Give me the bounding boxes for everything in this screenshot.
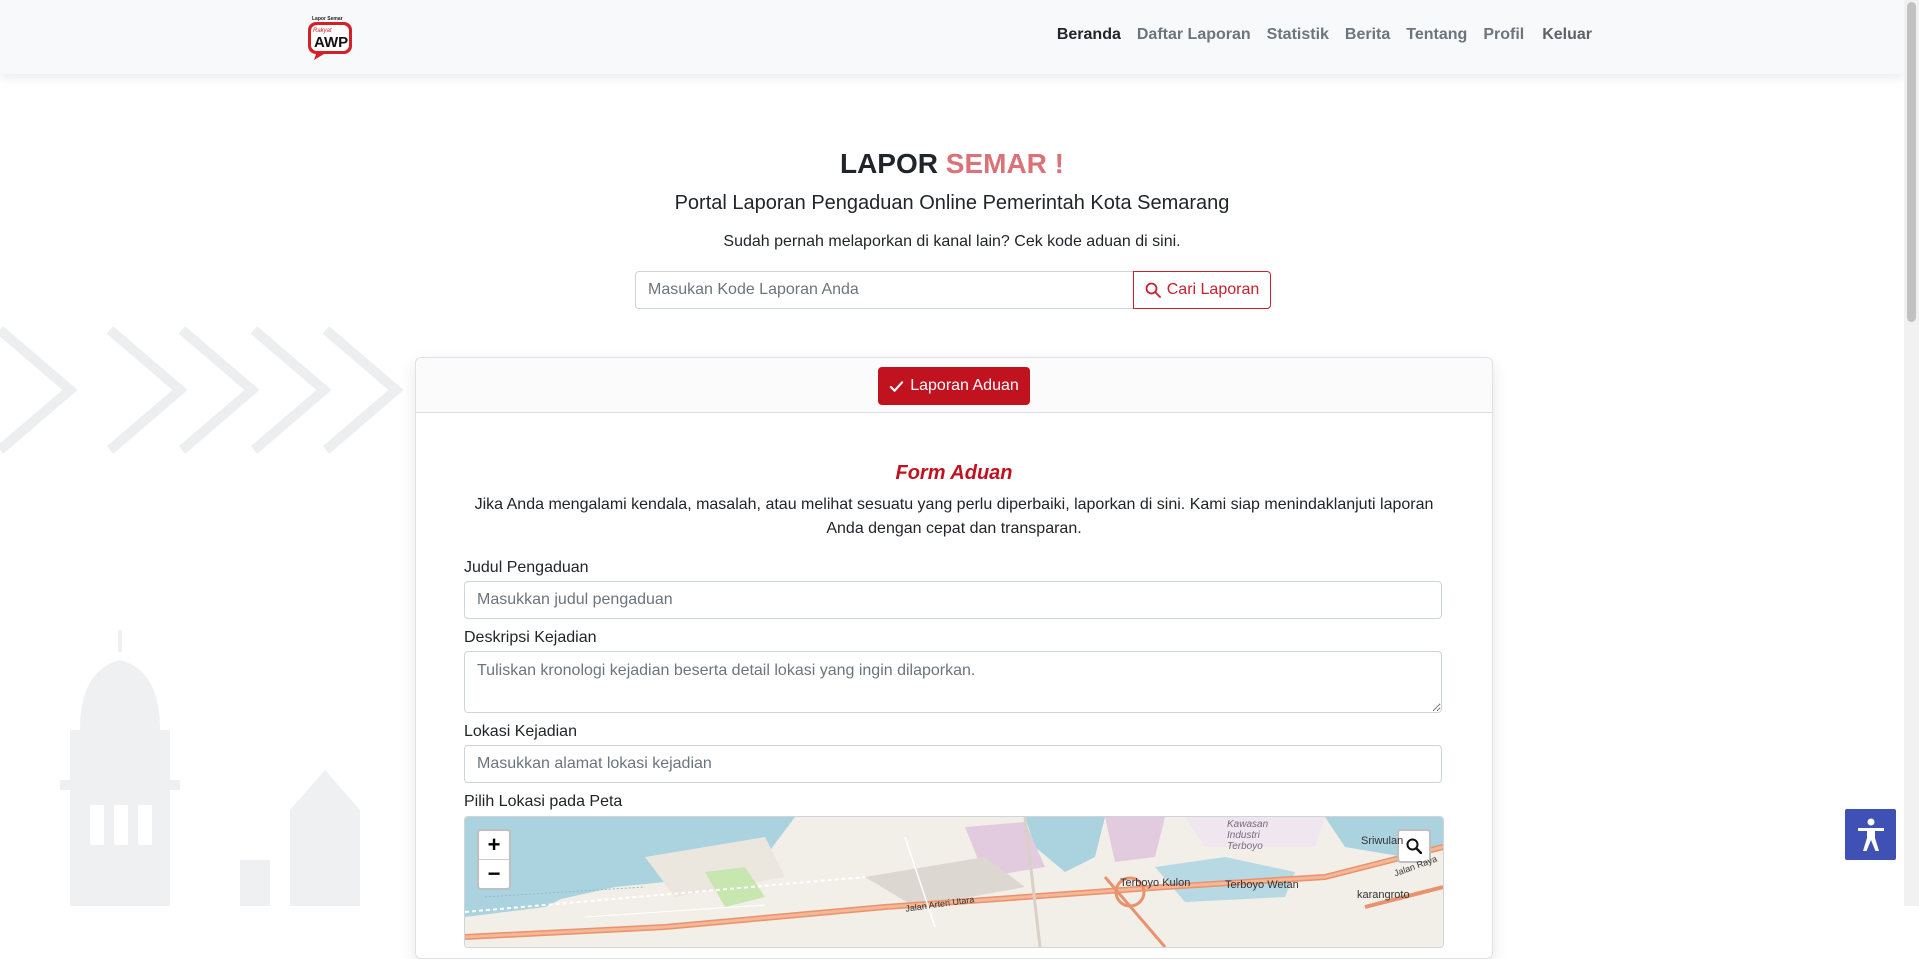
judul-label: Judul Pengaduan	[464, 559, 589, 576]
lokasi-input[interactable]	[464, 745, 1442, 783]
report-code-search: Cari Laporan	[635, 271, 1271, 309]
nav-beranda[interactable]: Beranda	[1057, 23, 1121, 47]
search-hint: Sudah pernah melaporkan di kanal lain? C…	[723, 233, 1181, 250]
page-title: LAPOR SEMAR !	[0, 148, 1904, 180]
map-zoom-control: + −	[477, 829, 511, 890]
nav-profil[interactable]: Profil	[1483, 23, 1524, 47]
top-navbar: Lapor Semar Rakyat AWP Beranda Daftar La…	[0, 0, 1904, 74]
judul-input[interactable]	[464, 581, 1442, 619]
nav-daftar-laporan[interactable]: Daftar Laporan	[1137, 23, 1251, 47]
lokasi-label: Lokasi Kejadian	[464, 723, 577, 740]
map-label-kawasan: Kawasan Industri Terboyo	[1227, 819, 1269, 852]
form-title: Form Aduan	[895, 462, 1013, 484]
nav-berita[interactable]: Berita	[1345, 23, 1390, 47]
tab-laporan-aduan[interactable]: Laporan Aduan	[878, 367, 1030, 405]
form-description: Jika Anda mengalami kendala, masalah, at…	[474, 496, 1434, 537]
zoom-out-button[interactable]: −	[479, 859, 509, 888]
logo-tagline: Lapor Semar	[312, 16, 343, 22]
nav-menu: Beranda Daftar Laporan Statistik Berita …	[1057, 23, 1592, 47]
report-card: Laporan Aduan Form Aduan Jika Anda menga…	[415, 357, 1493, 959]
zoom-in-button[interactable]: +	[479, 831, 509, 859]
page-scrollbar-thumb[interactable]	[1907, 2, 1916, 322]
background-building-silhouette	[60, 630, 360, 906]
check-icon	[890, 380, 904, 392]
peta-label: Pilih Lokasi pada Peta	[464, 793, 623, 810]
deskripsi-textarea[interactable]	[464, 651, 1442, 713]
map-label-karangroto: karangroto	[1357, 889, 1410, 901]
accessibility-button[interactable]	[1845, 809, 1896, 860]
nav-keluar[interactable]: Keluar	[1542, 23, 1592, 47]
search-report-button[interactable]: Cari Laporan	[1133, 271, 1271, 309]
map-label-sriwulan: Sriwulan	[1361, 835, 1404, 847]
deskripsi-label: Deskripsi Kejadian	[464, 629, 597, 646]
title-main: LAPOR	[839, 148, 938, 179]
location-map[interactable]: + − Kawasan Industri Terboyo Terboyo Kul…	[464, 816, 1444, 948]
search-icon	[1145, 282, 1161, 298]
accessibility-icon	[1857, 818, 1884, 851]
map-label-terboyo-kulon: Terboyo Kulon	[1120, 877, 1191, 889]
card-header: Laporan Aduan	[416, 358, 1492, 413]
map-label-terboyo-wetan: Terboyo Wetan	[1225, 879, 1299, 891]
title-accent: SEMAR !	[945, 148, 1064, 179]
awp-logo[interactable]: Lapor Semar Rakyat AWP	[306, 14, 354, 60]
logo-text: AWP	[314, 34, 348, 51]
report-code-input[interactable]	[635, 271, 1133, 309]
search-report-label: Cari Laporan	[1166, 281, 1260, 298]
nav-tentang[interactable]: Tentang	[1406, 23, 1467, 47]
background-chevron-pattern	[0, 326, 404, 454]
nav-statistik[interactable]: Statistik	[1267, 23, 1329, 47]
page-subtitle: Portal Laporan Pengaduan Online Pemerint…	[674, 192, 1230, 214]
tab-laporan-aduan-label: Laporan Aduan	[910, 377, 1019, 394]
magnifier-icon	[1406, 838, 1422, 854]
